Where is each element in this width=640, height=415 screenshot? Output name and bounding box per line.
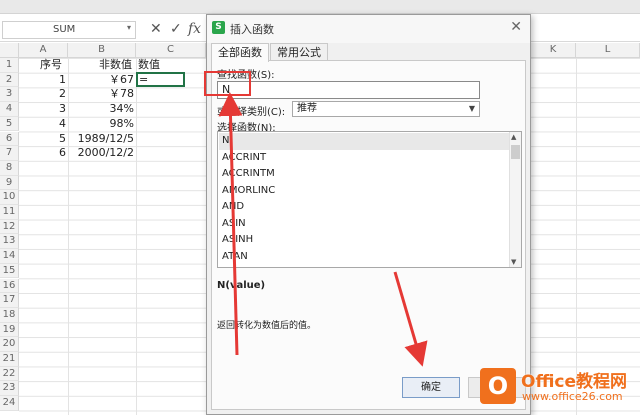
arrow-to-search bbox=[218, 92, 243, 356]
watermark-title: Office教程网 bbox=[521, 372, 628, 392]
arrow-to-ok bbox=[393, 271, 428, 367]
watermark-url: www.office26.com bbox=[522, 390, 623, 403]
annotation-arrows bbox=[218, 92, 428, 367]
watermark: O Office教程网 www.office26.com bbox=[462, 363, 640, 413]
office-logo-icon: O bbox=[480, 368, 516, 404]
tab-all-functions[interactable]: 全部函数 bbox=[211, 43, 269, 62]
